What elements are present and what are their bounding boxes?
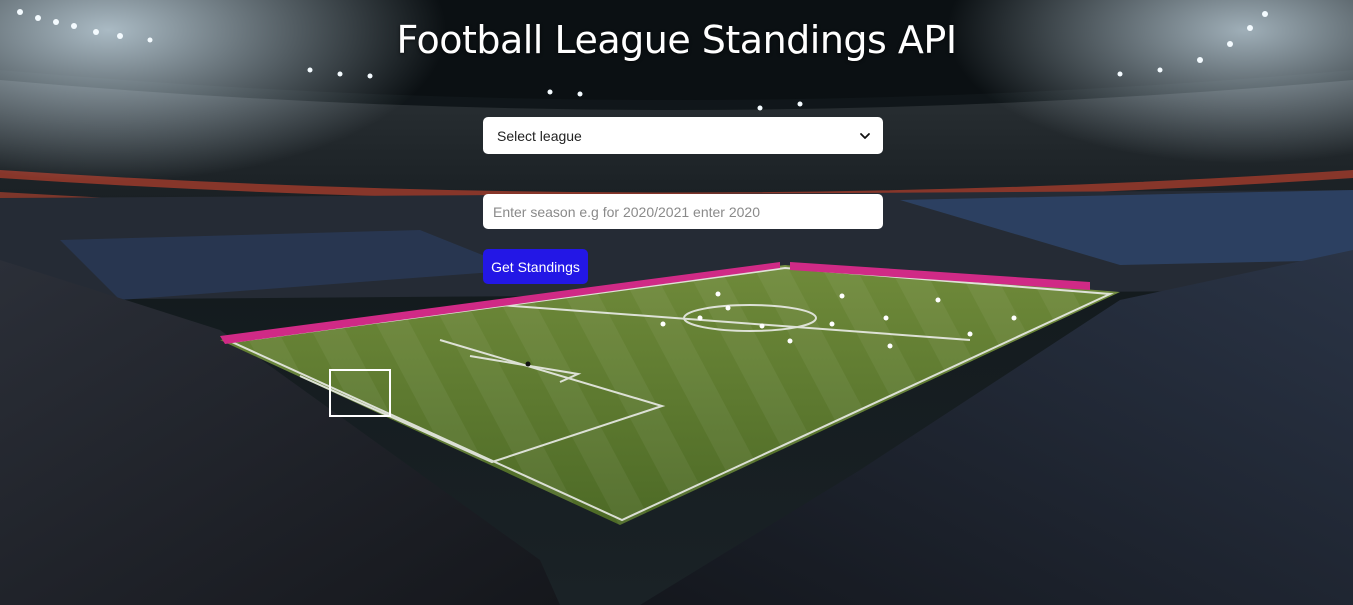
league-select-value: Select league — [497, 127, 582, 144]
league-select[interactable]: Select league — [483, 117, 883, 154]
page-title: Football League Standings API — [396, 18, 957, 62]
get-standings-button[interactable]: Get Standings — [483, 249, 588, 284]
chevron-down-icon — [859, 130, 871, 142]
standings-form-panel: Football League Standings API Select lea… — [0, 0, 1353, 605]
season-input[interactable] — [483, 194, 883, 229]
page: Football League Standings API Select lea… — [0, 0, 1353, 605]
